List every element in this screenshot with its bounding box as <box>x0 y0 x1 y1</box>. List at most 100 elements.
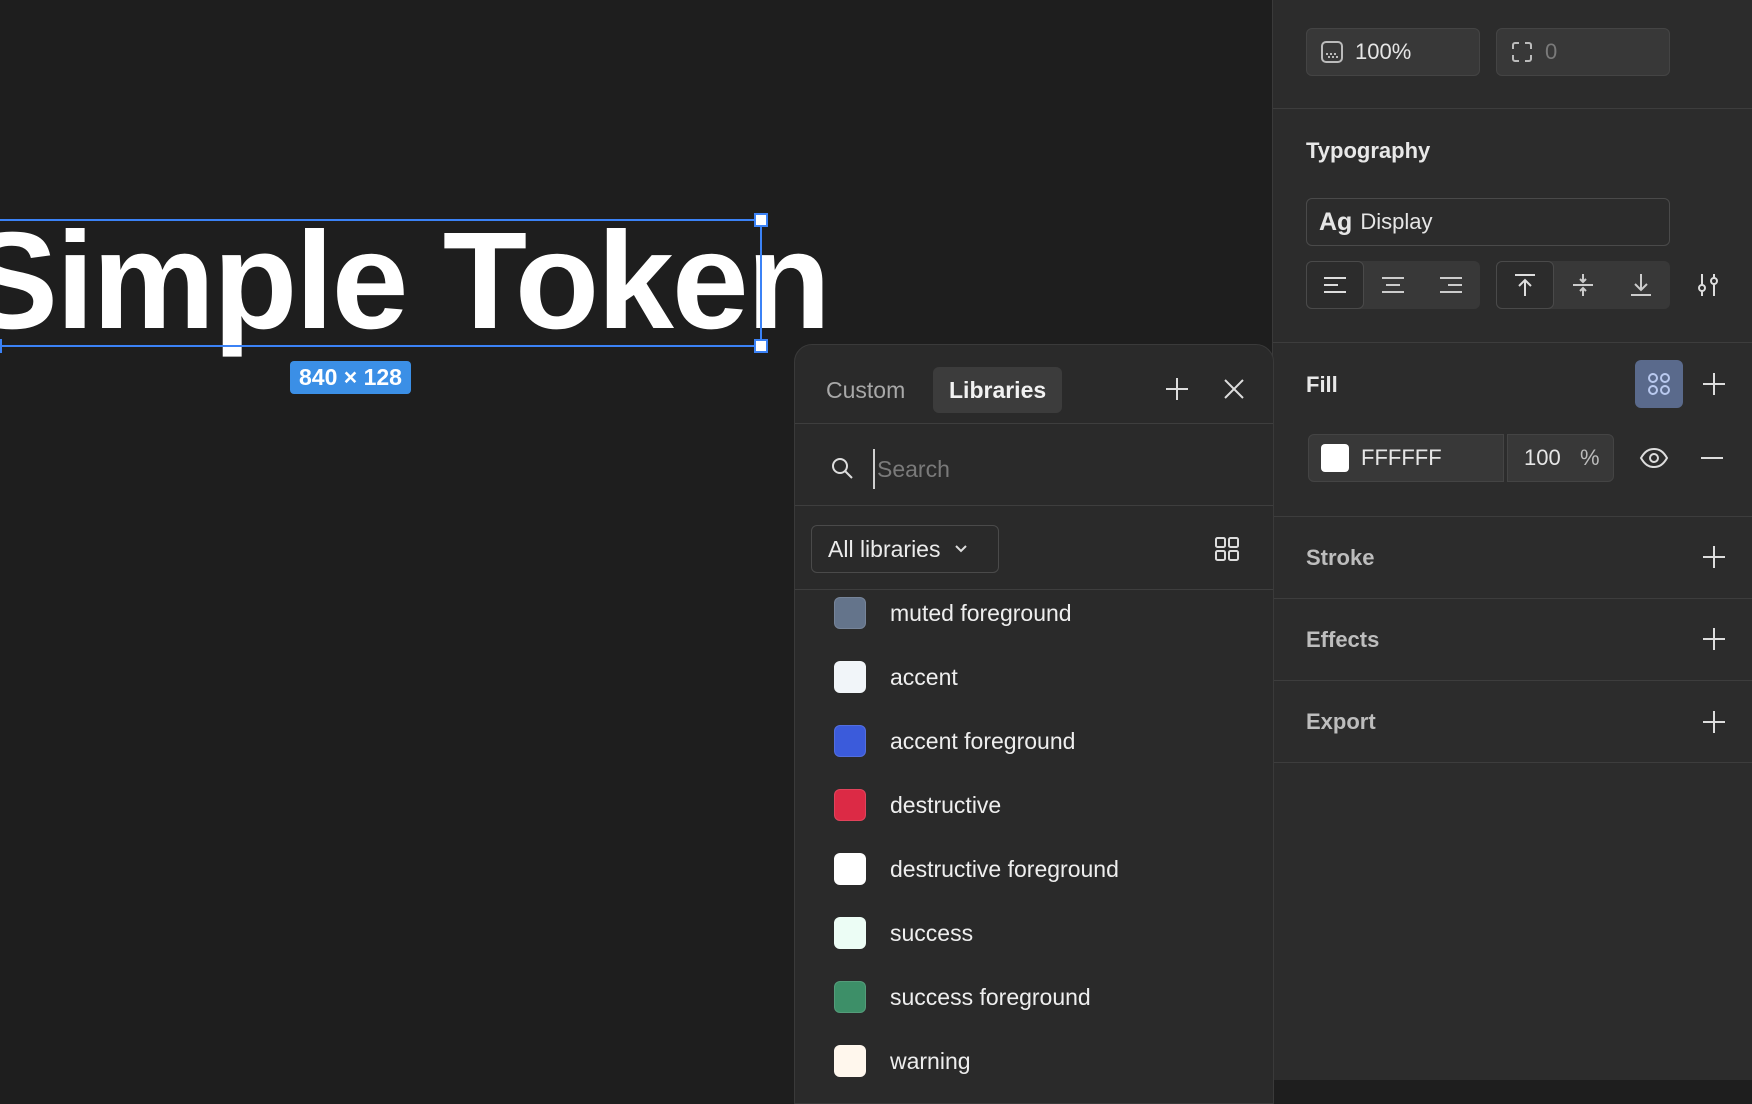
library-filter-label: All libraries <box>828 535 941 562</box>
align-center-icon <box>1382 277 1404 293</box>
color-swatch-row[interactable]: accent <box>795 645 1273 709</box>
plus-icon <box>1166 378 1188 400</box>
add-export-button[interactable] <box>1697 705 1731 739</box>
corner-radius-value: 0 <box>1545 39 1558 64</box>
style-grid-button[interactable] <box>1635 360 1683 408</box>
plus-icon <box>1703 628 1725 650</box>
dimensions-badge: 840 × 128 <box>290 361 411 394</box>
text-style-prefix: Ag <box>1319 207 1353 236</box>
divider <box>1273 680 1752 681</box>
align-left-icon <box>1324 277 1346 293</box>
divider <box>1273 108 1752 109</box>
resize-handle-top-right[interactable] <box>754 213 768 227</box>
color-swatch-row[interactable]: success <box>795 901 1273 965</box>
swatch-name: accent foreground <box>890 727 1076 754</box>
color-chip <box>834 661 866 693</box>
align-bottom-icon <box>1631 274 1651 296</box>
stroke-title: Stroke <box>1306 545 1375 570</box>
selection-outline <box>0 219 762 347</box>
fill-opacity-unit: % <box>1580 445 1600 470</box>
vertical-align-group <box>1496 261 1670 309</box>
text-style-selector[interactable]: Ag Display <box>1306 198 1670 246</box>
swatch-name: success <box>890 919 974 946</box>
divider <box>795 505 1273 506</box>
close-popup-button[interactable] <box>1217 372 1251 406</box>
swatch-name: success foreground <box>890 983 1091 1010</box>
eye-icon <box>1639 447 1669 469</box>
add-effect-button[interactable] <box>1697 622 1731 656</box>
resize-handle-bottom-left[interactable] <box>0 339 2 353</box>
color-chip <box>834 789 866 821</box>
fill-opacity-value: 100 <box>1524 445 1561 470</box>
horizontal-align-group <box>1306 261 1480 309</box>
swatch-name: muted foreground <box>890 599 1072 626</box>
color-swatch-row[interactable]: accent foreground <box>795 709 1273 773</box>
search-input[interactable] <box>873 449 1233 489</box>
remove-fill-button[interactable] <box>1695 441 1729 475</box>
export-title: Export <box>1306 709 1376 734</box>
align-left-button[interactable] <box>1306 261 1364 309</box>
align-center-button[interactable] <box>1364 261 1422 309</box>
color-chip <box>834 917 866 949</box>
fill-color-swatch[interactable] <box>1321 444 1349 472</box>
align-bottom-button[interactable] <box>1612 261 1670 309</box>
color-swatch-row[interactable]: success foreground <box>795 965 1273 1029</box>
fill-title: Fill <box>1306 372 1338 397</box>
plus-icon <box>1703 711 1725 733</box>
toggle-visibility-button[interactable] <box>1637 441 1671 475</box>
align-right-icon <box>1440 277 1462 293</box>
close-icon <box>1224 379 1244 399</box>
properties-panel: 100% 0 Typography Ag Display Fill FFFFFF… <box>1272 0 1752 1080</box>
divider <box>795 423 1273 424</box>
divider <box>1273 342 1752 343</box>
fill-opacity-field[interactable]: 100 % <box>1507 434 1614 482</box>
swatch-name: accent <box>890 663 958 690</box>
plus-icon <box>1703 373 1725 395</box>
opacity-value: 100% <box>1355 39 1412 64</box>
library-filter-dropdown[interactable]: All libraries <box>811 525 999 573</box>
text-style-name: Display <box>1360 209 1433 234</box>
swatch-name: destructive foreground <box>890 855 1119 882</box>
fill-color-field[interactable]: FFFFFF <box>1308 434 1504 482</box>
align-right-button[interactable] <box>1422 261 1480 309</box>
align-top-button[interactable] <box>1496 261 1554 309</box>
tab-libraries[interactable]: Libraries <box>933 367 1063 413</box>
color-chip <box>834 981 866 1013</box>
divider <box>1273 762 1752 763</box>
resize-handle-bottom-right[interactable] <box>754 339 768 353</box>
plus-icon <box>1703 546 1725 568</box>
color-swatch-row[interactable]: warning <box>795 1029 1273 1093</box>
divider <box>1273 516 1752 517</box>
grid-view-icon <box>1215 537 1239 561</box>
chevron-down-icon <box>955 545 968 553</box>
tab-custom[interactable]: Custom <box>810 367 921 413</box>
add-stroke-button[interactable] <box>1697 540 1731 574</box>
typography-title: Typography <box>1306 138 1431 163</box>
fill-hex-value: FFFFFF <box>1361 445 1442 470</box>
align-middle-icon <box>1573 274 1593 296</box>
align-top-icon <box>1515 274 1535 296</box>
color-swatch-row[interactable]: destructive <box>795 773 1273 837</box>
opacity-icon <box>1319 39 1345 65</box>
divider <box>1273 598 1752 599</box>
color-chip <box>834 1045 866 1077</box>
minus-icon <box>1701 457 1723 459</box>
color-chip <box>834 597 866 629</box>
color-library-popup: Custom Libraries All libraries muted for… <box>794 344 1274 1104</box>
color-swatch-row[interactable]: destructive foreground <box>795 837 1273 901</box>
search-icon <box>829 455 855 486</box>
corner-radius-field[interactable]: 0 <box>1496 28 1670 76</box>
style-grid-icon <box>1648 373 1670 395</box>
add-library-button[interactable] <box>1160 372 1194 406</box>
opacity-field[interactable]: 100% <box>1306 28 1480 76</box>
effects-title: Effects <box>1306 627 1380 652</box>
type-settings-button[interactable] <box>1691 268 1725 302</box>
add-fill-button[interactable] <box>1697 367 1731 401</box>
swatch-name: warning <box>890 1047 971 1074</box>
swatch-list: muted foreground accent accent foregroun… <box>795 581 1273 1093</box>
align-middle-button[interactable] <box>1554 261 1612 309</box>
view-mode-button[interactable] <box>1210 532 1244 566</box>
color-swatch-row[interactable]: muted foreground <box>795 581 1273 645</box>
swatch-name: destructive <box>890 791 1002 818</box>
color-chip <box>834 725 866 757</box>
